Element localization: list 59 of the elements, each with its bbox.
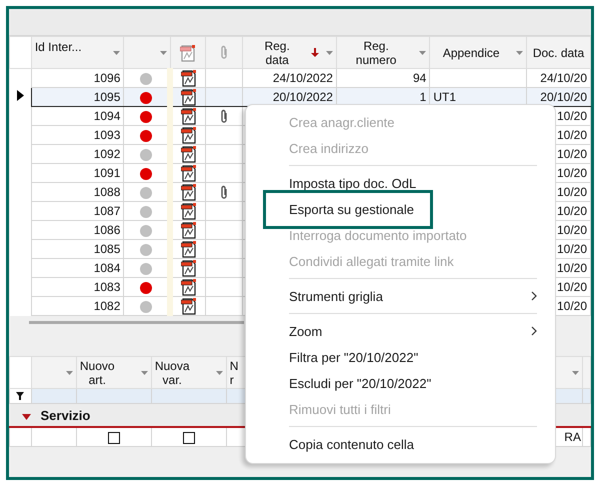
- table-cell: 1096: [94, 71, 120, 85]
- table-cell: 1085: [94, 242, 120, 256]
- table-cell: RA: [564, 430, 581, 444]
- table-cell: 10/20: [556, 204, 587, 218]
- table-cell: 1087: [94, 204, 120, 218]
- table-cell: 10/20: [556, 147, 587, 161]
- caret-icon[interactable]: [140, 370, 148, 374]
- menu-item[interactable]: Strumenti griglia: [246, 283, 555, 309]
- table-cell: 20/10/20: [540, 90, 587, 104]
- caret-icon[interactable]: [66, 370, 73, 374]
- table-cell: 1094: [94, 109, 120, 123]
- menu-item[interactable]: Filtra per "20/10/2022": [246, 344, 555, 370]
- row-indicator-icon: [16, 90, 24, 101]
- caret-icon[interactable]: [326, 50, 333, 54]
- caret-icon[interactable]: [113, 50, 120, 54]
- table-cell: 10/20: [556, 166, 587, 180]
- menu-item[interactable]: Copia contenuto cella: [246, 431, 555, 457]
- column-header[interactable]: N r: [230, 358, 238, 386]
- checkbox[interactable]: [182, 432, 195, 444]
- table-cell: 10/20: [556, 261, 587, 275]
- table-cell: 10/20: [556, 109, 587, 123]
- sort-arrow-icon[interactable]: [310, 48, 319, 57]
- menu-item[interactable]: Escludi per "20/10/2022": [246, 370, 555, 396]
- filter-icon[interactable]: [16, 392, 24, 400]
- caret-icon[interactable]: [160, 50, 167, 54]
- table-cell: 1092: [94, 147, 120, 161]
- table-cell: 1083: [94, 280, 120, 294]
- table-cell: 1082: [94, 299, 120, 313]
- menu-item[interactable]: Imposta tipo doc. OdL: [246, 170, 555, 196]
- expand-caret-icon[interactable]: [22, 414, 30, 420]
- table-cell: 1: [420, 90, 426, 104]
- caret-icon[interactable]: [419, 50, 426, 54]
- table-cell: 1093: [94, 128, 120, 142]
- checkbox[interactable]: [108, 432, 120, 444]
- table-cell: UT1: [433, 90, 456, 104]
- table-cell: 1091: [94, 166, 120, 180]
- caret-icon[interactable]: [216, 370, 223, 374]
- group-label: Servizio: [40, 408, 90, 422]
- table-cell: 24/10/2022: [272, 71, 333, 85]
- table-cell: 10/20: [556, 280, 587, 294]
- caret-icon[interactable]: [516, 50, 524, 54]
- table-cell: 10/20: [556, 299, 587, 313]
- table-cell: 1088: [94, 185, 120, 199]
- table-cell: 24/10/20: [540, 71, 587, 85]
- table-cell: 10/20: [556, 242, 587, 256]
- table-cell: 1095: [94, 90, 120, 104]
- table-cell: 10/20: [556, 185, 587, 199]
- table-cell: 10/20: [556, 128, 587, 142]
- table-cell: 94: [413, 71, 426, 85]
- menu-item[interactable]: Zoom: [246, 318, 555, 344]
- table-cell: 1086: [94, 223, 120, 237]
- caret-icon[interactable]: [572, 370, 579, 374]
- table-cell: 20/10/2022: [272, 90, 333, 104]
- pdf-icon: [180, 44, 196, 62]
- table-cell: 1084: [94, 261, 120, 275]
- table-cell: 10/20: [556, 223, 587, 237]
- scrollbar-thumb[interactable]: [29, 321, 244, 324]
- menu-item[interactable]: Esporta su gestionale: [246, 196, 555, 222]
- paperclip-icon: [220, 45, 228, 60]
